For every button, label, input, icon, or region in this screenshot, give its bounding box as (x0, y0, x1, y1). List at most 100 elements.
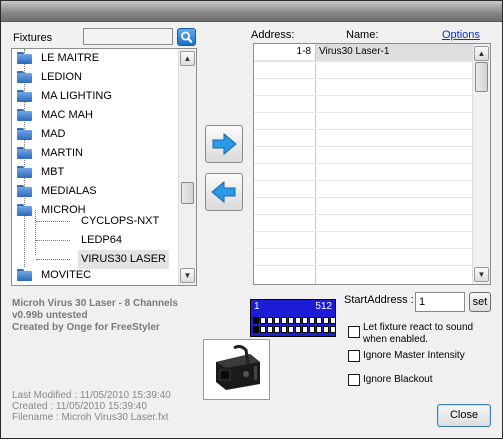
dmx-cell (281, 326, 287, 333)
grid-row-line (254, 129, 473, 130)
row-address-cell[interactable]: 1-8 (254, 44, 315, 61)
scroll-up-button[interactable]: ▲ (474, 46, 489, 61)
tree-item-label: CYCLOPS-NXT (81, 215, 160, 227)
dmx-cell (316, 317, 322, 324)
remove-fixture-button[interactable] (205, 173, 243, 211)
dmx-cell (302, 326, 308, 333)
ignore-master-intensity-label: Ignore Master Intensity (363, 350, 465, 361)
set-button[interactable]: set (469, 292, 491, 312)
grid-row-line (254, 61, 473, 62)
fixture-tree[interactable]: LE MAITRE LEDION MA LIGHTING MAC MAH MAD… (11, 48, 197, 286)
fixture-search-input[interactable] (83, 28, 173, 45)
react-to-sound-label: Let fixture react to sound when enabled. (363, 322, 474, 345)
dmx-map: 1 512 (250, 299, 336, 337)
tree-line (36, 240, 70, 241)
fixture-title: Microh Virus 30 Laser - 8 Channels (12, 298, 178, 309)
fixture-filename: Filename : Microh Virus30 Laser.fxt (12, 412, 169, 423)
tree-scrollbar[interactable]: ▲ ▼ (178, 49, 196, 285)
dmx-cell (330, 326, 336, 333)
tree-item-label: LEDION (41, 71, 82, 83)
folder-icon (17, 147, 32, 159)
ignore-blackout-label: Ignore Blackout (363, 374, 433, 385)
scroll-down-button[interactable]: ▼ (474, 267, 489, 282)
grid-row-line (254, 163, 473, 164)
folder-open-icon (17, 204, 32, 216)
grid-row-line (254, 95, 473, 96)
fixture-author: Created by Onge for FreeStyler (12, 322, 160, 333)
scroll-thumb[interactable] (181, 182, 194, 204)
search-button[interactable] (177, 28, 196, 46)
tree-item-label: MAD (41, 128, 66, 140)
row-name-cell[interactable]: Virus30 Laser-1 (316, 44, 473, 61)
dmx-cell (295, 326, 301, 333)
dmx-cell (281, 317, 287, 324)
patched-fixtures-grid[interactable]: 1-8 Virus30 Laser-1 ▲ ▼ (253, 43, 491, 285)
arrow-right-icon (212, 132, 237, 156)
dmx-start-label: 1 (254, 301, 260, 312)
fixture-version: v0.99b untested (12, 310, 88, 321)
grid-row-line (254, 231, 473, 232)
dmx-cell (295, 317, 301, 324)
options-link[interactable]: Options (442, 29, 480, 41)
folder-icon (17, 128, 32, 140)
folder-icon (17, 269, 32, 281)
close-button[interactable]: Close (437, 404, 491, 427)
dmx-cell (309, 326, 315, 333)
dmx-cell (274, 317, 280, 324)
grid-row-line (254, 265, 473, 266)
search-icon (181, 31, 193, 43)
fixtures-label: Fixtures (13, 32, 53, 44)
name-header: Name: (346, 29, 379, 41)
tree-line (36, 221, 70, 222)
tree-item-virus30-laser[interactable]: VIRUS30 LASER (78, 250, 169, 269)
scroll-up-button[interactable]: ▲ (180, 51, 195, 66)
dmx-cell (309, 317, 315, 324)
ignore-blackout-checkbox[interactable] (348, 374, 360, 386)
grid-row-line (254, 214, 473, 215)
tree-item-label: MAC MAH (41, 109, 93, 121)
tree-item-label: MARTIN (41, 147, 83, 159)
dmx-cell (288, 317, 294, 324)
tree-line (36, 259, 70, 260)
scroll-thumb[interactable] (475, 62, 488, 92)
ignore-master-intensity-checkbox[interactable] (348, 350, 360, 362)
tree-item-label: LE MAITRE (41, 52, 100, 64)
start-address-label: StartAddress : (344, 294, 414, 306)
dmx-cell (316, 326, 322, 333)
tree-item-ledp64[interactable]: LEDP64 (78, 231, 125, 250)
dmx-cell (302, 317, 308, 324)
start-address-input[interactable] (415, 292, 465, 312)
dmx-end-label: 512 (315, 301, 332, 312)
grid-row-line (254, 197, 473, 198)
dmx-cell (267, 317, 273, 324)
fixture-image (203, 339, 270, 400)
add-fixture-window: Fixtures LE MAITRE LEDION MA LIGHTING MA… (0, 0, 503, 439)
dmx-cell (288, 326, 294, 333)
tree-item-label: MOVITEC (41, 269, 92, 281)
folder-icon (17, 185, 32, 197)
grid-scrollbar[interactable]: ▲ ▼ (472, 44, 490, 284)
dmx-cell (253, 317, 259, 324)
folder-icon (17, 52, 32, 64)
folder-icon (17, 109, 32, 121)
dmx-cell (330, 317, 336, 324)
dmx-cell (274, 326, 280, 333)
arrow-left-icon (211, 180, 236, 204)
folder-icon (17, 90, 32, 102)
dmx-cell (267, 326, 273, 333)
folder-icon (17, 71, 32, 83)
dmx-cell (260, 326, 266, 333)
tree-item-label: LEDP64 (81, 234, 122, 246)
scroll-down-button[interactable]: ▼ (180, 268, 195, 283)
add-fixture-button[interactable] (205, 125, 243, 163)
dmx-cell (323, 326, 329, 333)
grid-row-line (254, 180, 473, 181)
address-header: Address: (251, 29, 295, 41)
grid-row-line (254, 146, 473, 147)
folder-icon (17, 166, 32, 178)
react-to-sound-checkbox[interactable] (348, 326, 360, 338)
tree-item-cyclops-nxt[interactable]: CYCLOPS-NXT (78, 212, 162, 231)
title-bar[interactable] (1, 1, 502, 22)
tree-line (35, 210, 36, 255)
dmx-cell (253, 326, 259, 333)
